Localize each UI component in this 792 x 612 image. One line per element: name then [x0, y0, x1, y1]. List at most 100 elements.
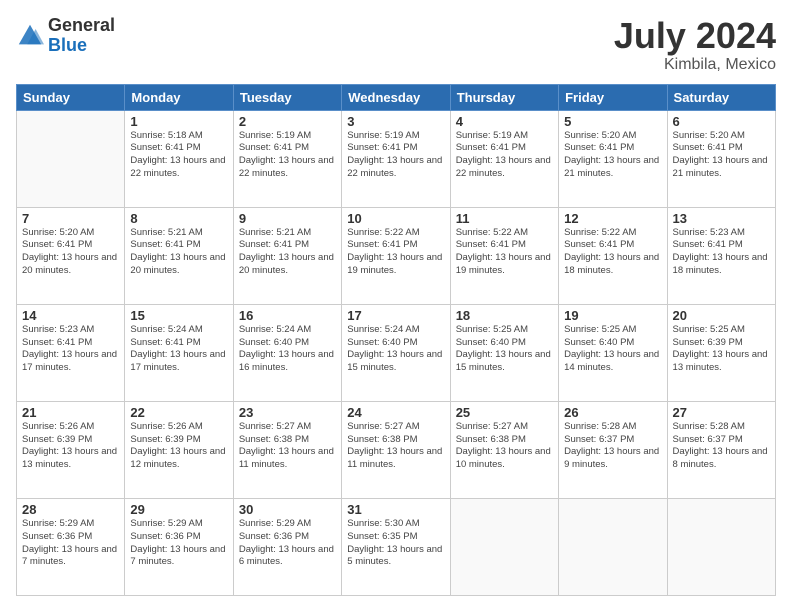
day-number: 17	[347, 308, 444, 323]
day-info: Sunrise: 5:18 AMSunset: 6:41 PMDaylight:…	[130, 130, 227, 181]
table-row: 3 Sunrise: 5:19 AMSunset: 6:41 PMDayligh…	[342, 110, 450, 207]
calendar-week-row: 21 Sunrise: 5:26 AMSunset: 6:39 PMDaylig…	[17, 401, 776, 498]
table-row: 19 Sunrise: 5:25 AMSunset: 6:40 PMDaylig…	[559, 304, 667, 401]
logo-general: General	[48, 16, 115, 36]
day-number: 16	[239, 308, 336, 323]
day-info: Sunrise: 5:24 AMSunset: 6:40 PMDaylight:…	[239, 324, 336, 375]
day-info: Sunrise: 5:21 AMSunset: 6:41 PMDaylight:…	[239, 227, 336, 278]
day-number: 4	[456, 114, 553, 129]
day-info: Sunrise: 5:24 AMSunset: 6:41 PMDaylight:…	[130, 324, 227, 375]
day-info: Sunrise: 5:27 AMSunset: 6:38 PMDaylight:…	[347, 421, 444, 472]
table-row	[559, 498, 667, 595]
calendar-week-row: 1 Sunrise: 5:18 AMSunset: 6:41 PMDayligh…	[17, 110, 776, 207]
title-block: July 2024 Kimbila, Mexico	[614, 16, 776, 74]
table-row: 23 Sunrise: 5:27 AMSunset: 6:38 PMDaylig…	[233, 401, 341, 498]
col-thursday: Thursday	[450, 84, 558, 110]
day-info: Sunrise: 5:19 AMSunset: 6:41 PMDaylight:…	[347, 130, 444, 181]
logo-icon	[16, 22, 44, 50]
table-row: 16 Sunrise: 5:24 AMSunset: 6:40 PMDaylig…	[233, 304, 341, 401]
day-info: Sunrise: 5:26 AMSunset: 6:39 PMDaylight:…	[22, 421, 119, 472]
table-row: 30 Sunrise: 5:29 AMSunset: 6:36 PMDaylig…	[233, 498, 341, 595]
col-friday: Friday	[559, 84, 667, 110]
table-row: 4 Sunrise: 5:19 AMSunset: 6:41 PMDayligh…	[450, 110, 558, 207]
calendar: Sunday Monday Tuesday Wednesday Thursday…	[16, 84, 776, 596]
day-info: Sunrise: 5:25 AMSunset: 6:40 PMDaylight:…	[564, 324, 661, 375]
day-info: Sunrise: 5:25 AMSunset: 6:40 PMDaylight:…	[456, 324, 553, 375]
table-row	[667, 498, 775, 595]
day-number: 26	[564, 405, 661, 420]
table-row: 18 Sunrise: 5:25 AMSunset: 6:40 PMDaylig…	[450, 304, 558, 401]
day-info: Sunrise: 5:25 AMSunset: 6:39 PMDaylight:…	[673, 324, 770, 375]
day-number: 20	[673, 308, 770, 323]
day-number: 30	[239, 502, 336, 517]
day-number: 15	[130, 308, 227, 323]
day-number: 23	[239, 405, 336, 420]
day-info: Sunrise: 5:22 AMSunset: 6:41 PMDaylight:…	[564, 227, 661, 278]
day-number: 12	[564, 211, 661, 226]
calendar-week-row: 7 Sunrise: 5:20 AMSunset: 6:41 PMDayligh…	[17, 207, 776, 304]
table-row: 13 Sunrise: 5:23 AMSunset: 6:41 PMDaylig…	[667, 207, 775, 304]
table-row: 25 Sunrise: 5:27 AMSunset: 6:38 PMDaylig…	[450, 401, 558, 498]
calendar-week-row: 14 Sunrise: 5:23 AMSunset: 6:41 PMDaylig…	[17, 304, 776, 401]
day-info: Sunrise: 5:29 AMSunset: 6:36 PMDaylight:…	[239, 518, 336, 569]
table-row: 2 Sunrise: 5:19 AMSunset: 6:41 PMDayligh…	[233, 110, 341, 207]
day-info: Sunrise: 5:22 AMSunset: 6:41 PMDaylight:…	[347, 227, 444, 278]
day-number: 8	[130, 211, 227, 226]
day-number: 18	[456, 308, 553, 323]
header: General Blue July 2024 Kimbila, Mexico	[16, 16, 776, 74]
table-row: 17 Sunrise: 5:24 AMSunset: 6:40 PMDaylig…	[342, 304, 450, 401]
table-row: 31 Sunrise: 5:30 AMSunset: 6:35 PMDaylig…	[342, 498, 450, 595]
main-title: July 2024	[614, 16, 776, 56]
table-row: 11 Sunrise: 5:22 AMSunset: 6:41 PMDaylig…	[450, 207, 558, 304]
logo: General Blue	[16, 16, 115, 56]
day-info: Sunrise: 5:23 AMSunset: 6:41 PMDaylight:…	[673, 227, 770, 278]
table-row: 7 Sunrise: 5:20 AMSunset: 6:41 PMDayligh…	[17, 207, 125, 304]
day-info: Sunrise: 5:29 AMSunset: 6:36 PMDaylight:…	[22, 518, 119, 569]
day-number: 1	[130, 114, 227, 129]
calendar-week-row: 28 Sunrise: 5:29 AMSunset: 6:36 PMDaylig…	[17, 498, 776, 595]
day-number: 25	[456, 405, 553, 420]
day-info: Sunrise: 5:20 AMSunset: 6:41 PMDaylight:…	[673, 130, 770, 181]
logo-blue: Blue	[48, 36, 115, 56]
table-row: 22 Sunrise: 5:26 AMSunset: 6:39 PMDaylig…	[125, 401, 233, 498]
table-row: 5 Sunrise: 5:20 AMSunset: 6:41 PMDayligh…	[559, 110, 667, 207]
table-row: 1 Sunrise: 5:18 AMSunset: 6:41 PMDayligh…	[125, 110, 233, 207]
calendar-header-row: Sunday Monday Tuesday Wednesday Thursday…	[17, 84, 776, 110]
day-number: 28	[22, 502, 119, 517]
day-number: 21	[22, 405, 119, 420]
day-number: 14	[22, 308, 119, 323]
day-info: Sunrise: 5:30 AMSunset: 6:35 PMDaylight:…	[347, 518, 444, 569]
day-info: Sunrise: 5:24 AMSunset: 6:40 PMDaylight:…	[347, 324, 444, 375]
day-info: Sunrise: 5:20 AMSunset: 6:41 PMDaylight:…	[564, 130, 661, 181]
day-number: 9	[239, 211, 336, 226]
day-info: Sunrise: 5:26 AMSunset: 6:39 PMDaylight:…	[130, 421, 227, 472]
day-info: Sunrise: 5:20 AMSunset: 6:41 PMDaylight:…	[22, 227, 119, 278]
day-number: 29	[130, 502, 227, 517]
day-number: 2	[239, 114, 336, 129]
day-number: 3	[347, 114, 444, 129]
table-row: 28 Sunrise: 5:29 AMSunset: 6:36 PMDaylig…	[17, 498, 125, 595]
day-info: Sunrise: 5:22 AMSunset: 6:41 PMDaylight:…	[456, 227, 553, 278]
table-row: 6 Sunrise: 5:20 AMSunset: 6:41 PMDayligh…	[667, 110, 775, 207]
day-number: 31	[347, 502, 444, 517]
col-tuesday: Tuesday	[233, 84, 341, 110]
col-monday: Monday	[125, 84, 233, 110]
table-row: 8 Sunrise: 5:21 AMSunset: 6:41 PMDayligh…	[125, 207, 233, 304]
day-info: Sunrise: 5:21 AMSunset: 6:41 PMDaylight:…	[130, 227, 227, 278]
table-row: 15 Sunrise: 5:24 AMSunset: 6:41 PMDaylig…	[125, 304, 233, 401]
day-number: 11	[456, 211, 553, 226]
day-info: Sunrise: 5:19 AMSunset: 6:41 PMDaylight:…	[456, 130, 553, 181]
day-info: Sunrise: 5:28 AMSunset: 6:37 PMDaylight:…	[673, 421, 770, 472]
table-row: 29 Sunrise: 5:29 AMSunset: 6:36 PMDaylig…	[125, 498, 233, 595]
table-row: 21 Sunrise: 5:26 AMSunset: 6:39 PMDaylig…	[17, 401, 125, 498]
subtitle: Kimbila, Mexico	[614, 56, 776, 74]
day-number: 19	[564, 308, 661, 323]
day-info: Sunrise: 5:27 AMSunset: 6:38 PMDaylight:…	[456, 421, 553, 472]
day-number: 13	[673, 211, 770, 226]
day-number: 7	[22, 211, 119, 226]
day-info: Sunrise: 5:29 AMSunset: 6:36 PMDaylight:…	[130, 518, 227, 569]
table-row: 9 Sunrise: 5:21 AMSunset: 6:41 PMDayligh…	[233, 207, 341, 304]
table-row	[450, 498, 558, 595]
day-number: 22	[130, 405, 227, 420]
table-row: 20 Sunrise: 5:25 AMSunset: 6:39 PMDaylig…	[667, 304, 775, 401]
